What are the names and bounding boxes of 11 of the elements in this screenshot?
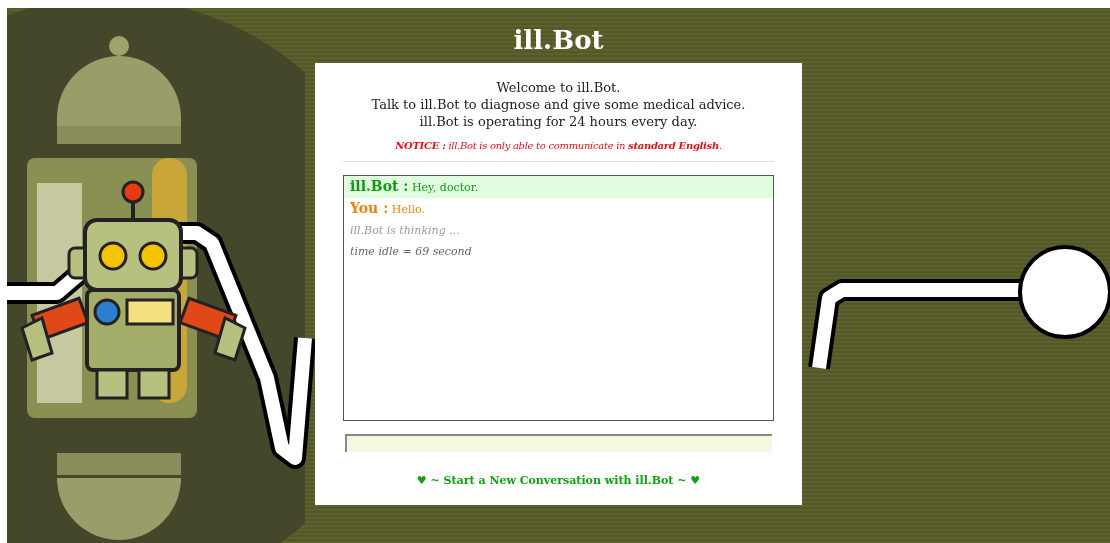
idle-time-text: time idle = 69 second (350, 245, 472, 258)
user-message: You : Hello. (349, 199, 426, 218)
site-title: ill.Bot (513, 24, 604, 56)
intro-text: ill.Bot is operating for 24 hours every day. (419, 113, 698, 130)
new-conversation-link[interactable]: ♥ ~ Start a New Conversation with ill.Bot ~ ♥ (416, 474, 701, 487)
bot-message: ill.Bot : Hey, doctor. (344, 176, 773, 198)
intro-text: Welcome to ill.Bot. (496, 79, 621, 96)
notice-text: NOTICE : ill.Bot is only able to communicate in standard English. (394, 140, 723, 151)
message-input[interactable] (345, 434, 772, 452)
intro-text: Talk to ill.Bot to diagnose and give some medical advice. (371, 96, 746, 113)
status-text: ill.Bot is thinking ... (350, 224, 460, 237)
